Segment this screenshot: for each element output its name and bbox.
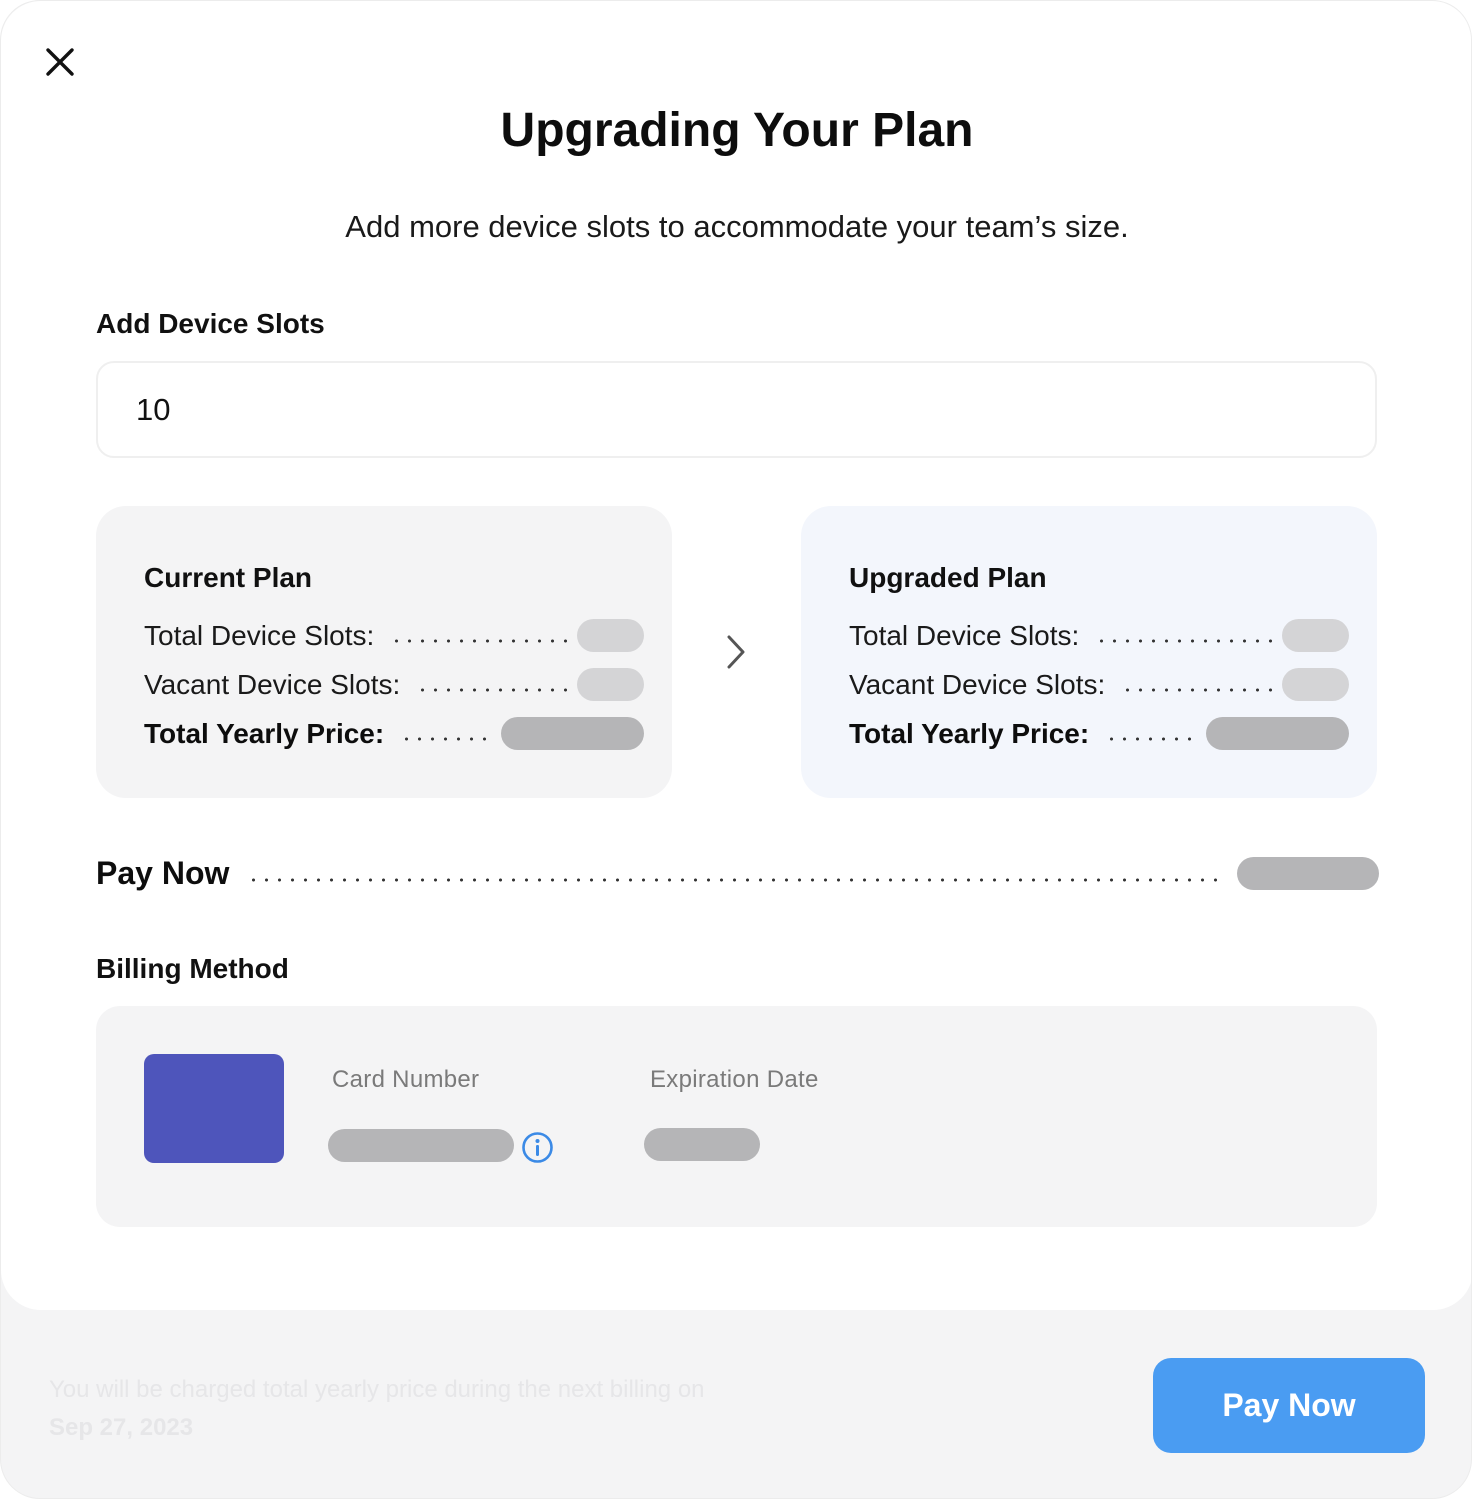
card-number-label: Card Number — [332, 1066, 480, 1093]
upgraded-total-slots-label: Total Device Slots: — [849, 619, 1080, 651]
upgrade-plan-modal: Upgrading Your Plan Add more device slot… — [0, 0, 1472, 1499]
upgraded-vacant-slots-row: Vacant Device Slots: — [849, 660, 1349, 709]
device-slots-label: Add Device Slots — [96, 308, 325, 339]
current-total-slots-value — [577, 619, 644, 652]
current-price-row: Total Yearly Price: — [144, 709, 644, 758]
current-vacant-slots-value — [577, 668, 644, 701]
dotted-leader — [1095, 637, 1276, 644]
modal-body: Upgrading Your Plan Add more device slot… — [1, 1, 1471, 1310]
current-total-slots-label: Total Device Slots: — [144, 619, 375, 651]
current-price-value — [501, 717, 644, 750]
page-subtitle: Add more device slots to accommodate you… — [345, 209, 1129, 244]
close-button[interactable] — [39, 41, 81, 83]
current-price-label: Total Yearly Price: — [144, 717, 385, 749]
card-number-value — [328, 1129, 514, 1162]
current-vacant-slots-label: Vacant Device Slots: — [144, 668, 401, 700]
page-title: Upgrading Your Plan — [500, 104, 974, 157]
upgraded-price-label: Total Yearly Price: — [849, 717, 1090, 749]
expiration-date-value — [644, 1128, 760, 1161]
expiration-date-label: Expiration Date — [650, 1066, 819, 1093]
upgraded-vacant-slots-value — [1282, 668, 1349, 701]
dotted-leader — [390, 637, 571, 644]
dotted-leader — [416, 686, 571, 693]
billing-method-label: Billing Method — [96, 953, 289, 984]
upgraded-total-slots-row: Total Device Slots: — [849, 611, 1349, 660]
device-slots-input[interactable] — [96, 361, 1377, 458]
dotted-leader — [1121, 686, 1276, 693]
pay-now-button[interactable]: Pay Now — [1153, 1358, 1425, 1453]
upgraded-total-slots-value — [1282, 619, 1349, 652]
pay-now-summary-row: Pay Now — [96, 853, 1379, 893]
card-brand-logo — [144, 1054, 284, 1163]
upgraded-plan-title: Upgraded Plan — [849, 562, 1047, 593]
dotted-leader — [247, 877, 1223, 883]
upgraded-price-row: Total Yearly Price: — [849, 709, 1349, 758]
chevron-right-icon — [727, 635, 745, 669]
upgraded-vacant-slots-label: Vacant Device Slots: — [849, 668, 1106, 700]
upgraded-plan-card: Upgraded Plan Total Device Slots: Vacant… — [801, 506, 1377, 798]
upgraded-price-value — [1206, 717, 1349, 750]
dotted-leader — [1105, 735, 1200, 742]
billing-method-card: Card Number Expiration Date — [96, 1006, 1377, 1227]
charge-notice-text: You will be charged total yearly price d… — [49, 1376, 705, 1403]
info-icon[interactable] — [521, 1131, 554, 1164]
current-vacant-slots-row: Vacant Device Slots: — [144, 660, 644, 709]
charge-notice: You will be charged total yearly price d… — [49, 1371, 729, 1447]
pay-now-amount — [1237, 856, 1379, 890]
charge-notice-date: Sep 27, 2023 — [49, 1414, 194, 1441]
current-plan-card: Current Plan Total Device Slots: Vacant … — [96, 506, 672, 798]
dotted-leader — [400, 735, 495, 742]
current-total-slots-row: Total Device Slots: — [144, 611, 644, 660]
close-icon — [46, 48, 74, 76]
pay-now-label: Pay Now — [96, 854, 230, 891]
current-plan-title: Current Plan — [144, 562, 313, 593]
